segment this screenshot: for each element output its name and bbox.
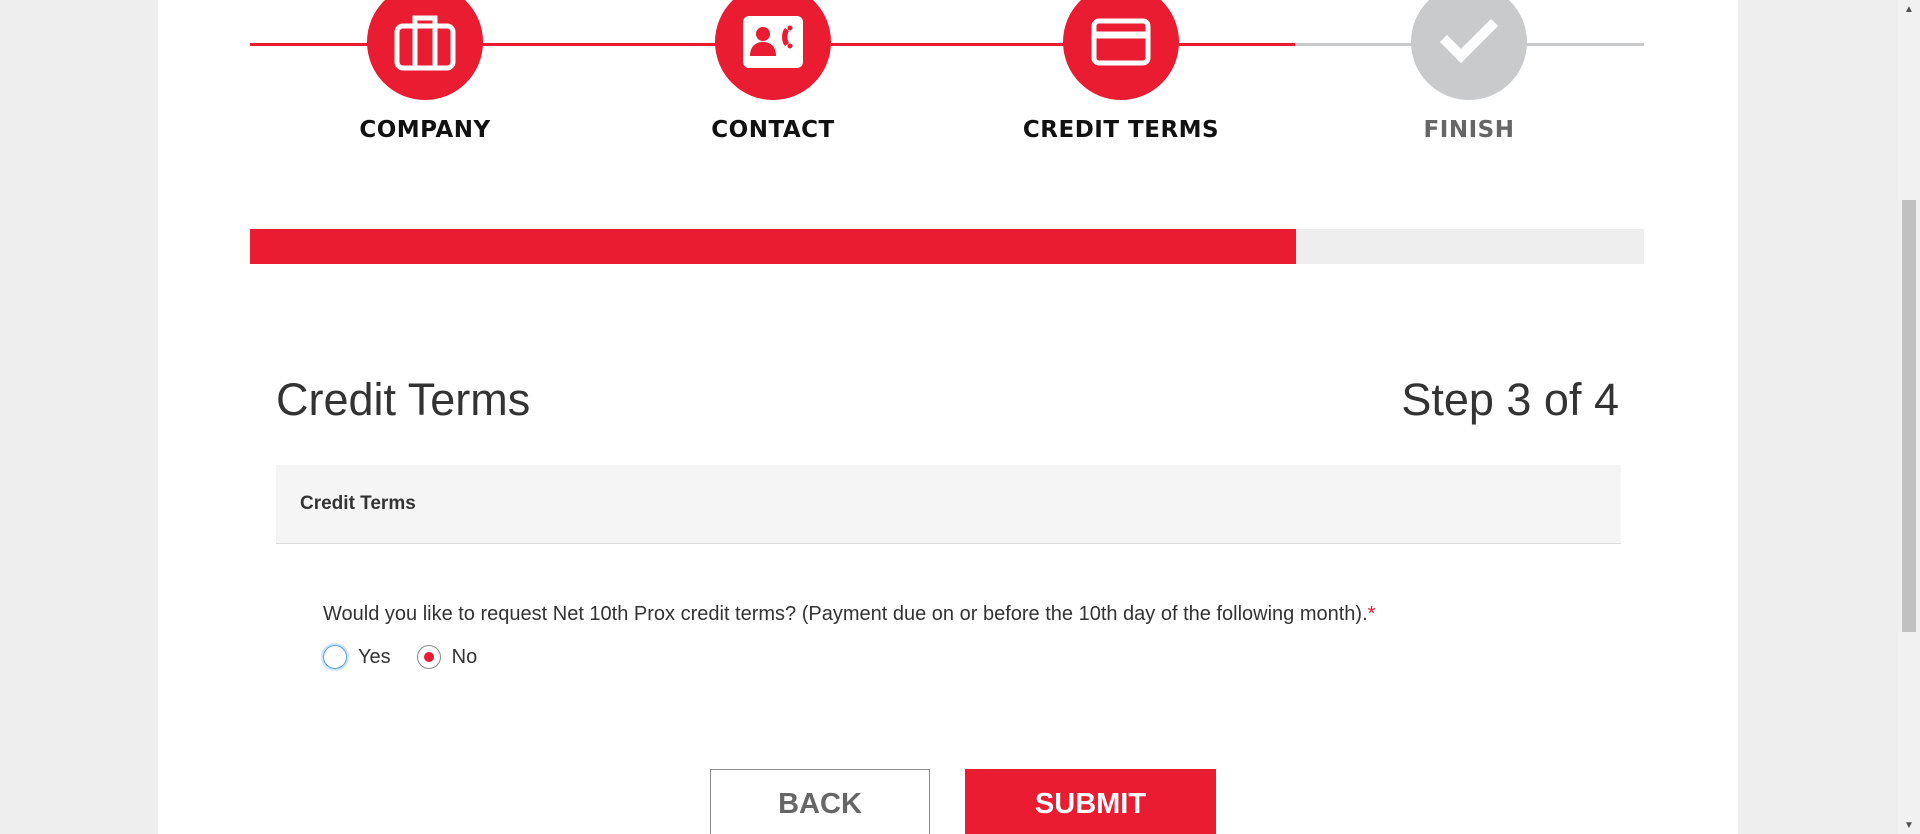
radio-option-no[interactable]: No — [416, 645, 478, 669]
panel-title: Credit Terms — [300, 493, 416, 514]
step-finish-circle[interactable] — [1411, 0, 1527, 100]
step-contact-circle[interactable] — [715, 0, 831, 100]
question-text: Would you like to request Net 10th Prox … — [323, 603, 1368, 625]
scroll-down-arrow-icon[interactable]: ▼ — [1898, 816, 1920, 834]
page-title: Credit Terms — [276, 374, 531, 425]
credit-card-icon — [1091, 18, 1151, 66]
progress-bar — [250, 229, 1644, 264]
scroll-up-arrow-icon[interactable]: ▲ — [1898, 0, 1920, 18]
step-credit-terms-label: CREDIT TERMS — [1022, 117, 1220, 143]
radio-no[interactable] — [416, 645, 441, 669]
step-finish-label: FINISH — [1423, 117, 1515, 143]
scrollbar[interactable]: ▲ ▼ — [1898, 0, 1920, 834]
panel-header: Credit Terms — [276, 465, 1621, 544]
step-credit-terms-circle[interactable] — [1063, 0, 1179, 100]
radio-yes[interactable] — [323, 645, 347, 669]
back-button[interactable]: BACK — [710, 769, 930, 834]
contact-card-icon — [743, 16, 803, 68]
required-marker: * — [1367, 603, 1376, 625]
progress-stepper: COMPANY CONTACT CREDIT TERMS FINISH — [250, 0, 1644, 160]
step-company-label: COMPANY — [359, 117, 491, 143]
radio-no-label: No — [451, 645, 478, 668]
radio-yes-label: Yes — [358, 645, 391, 668]
checkmark-icon — [1439, 18, 1499, 64]
credit-terms-question: Would you like to request Net 10th Prox … — [323, 603, 1375, 626]
step-counter: Step 3 of 4 — [1401, 374, 1619, 425]
form-page: COMPANY CONTACT CREDIT TERMS FINISH Cred… — [158, 0, 1738, 834]
credit-terms-radio-group: Yes No — [323, 645, 503, 669]
step-contact-label: CONTACT — [711, 117, 835, 143]
scrollbar-thumb[interactable] — [1902, 200, 1916, 632]
radio-option-yes[interactable]: Yes — [323, 645, 391, 669]
briefcase-icon — [394, 15, 456, 71]
step-company-circle[interactable] — [367, 0, 483, 100]
submit-button[interactable]: SUBMIT — [965, 769, 1216, 834]
progress-bar-fill — [250, 229, 1296, 264]
